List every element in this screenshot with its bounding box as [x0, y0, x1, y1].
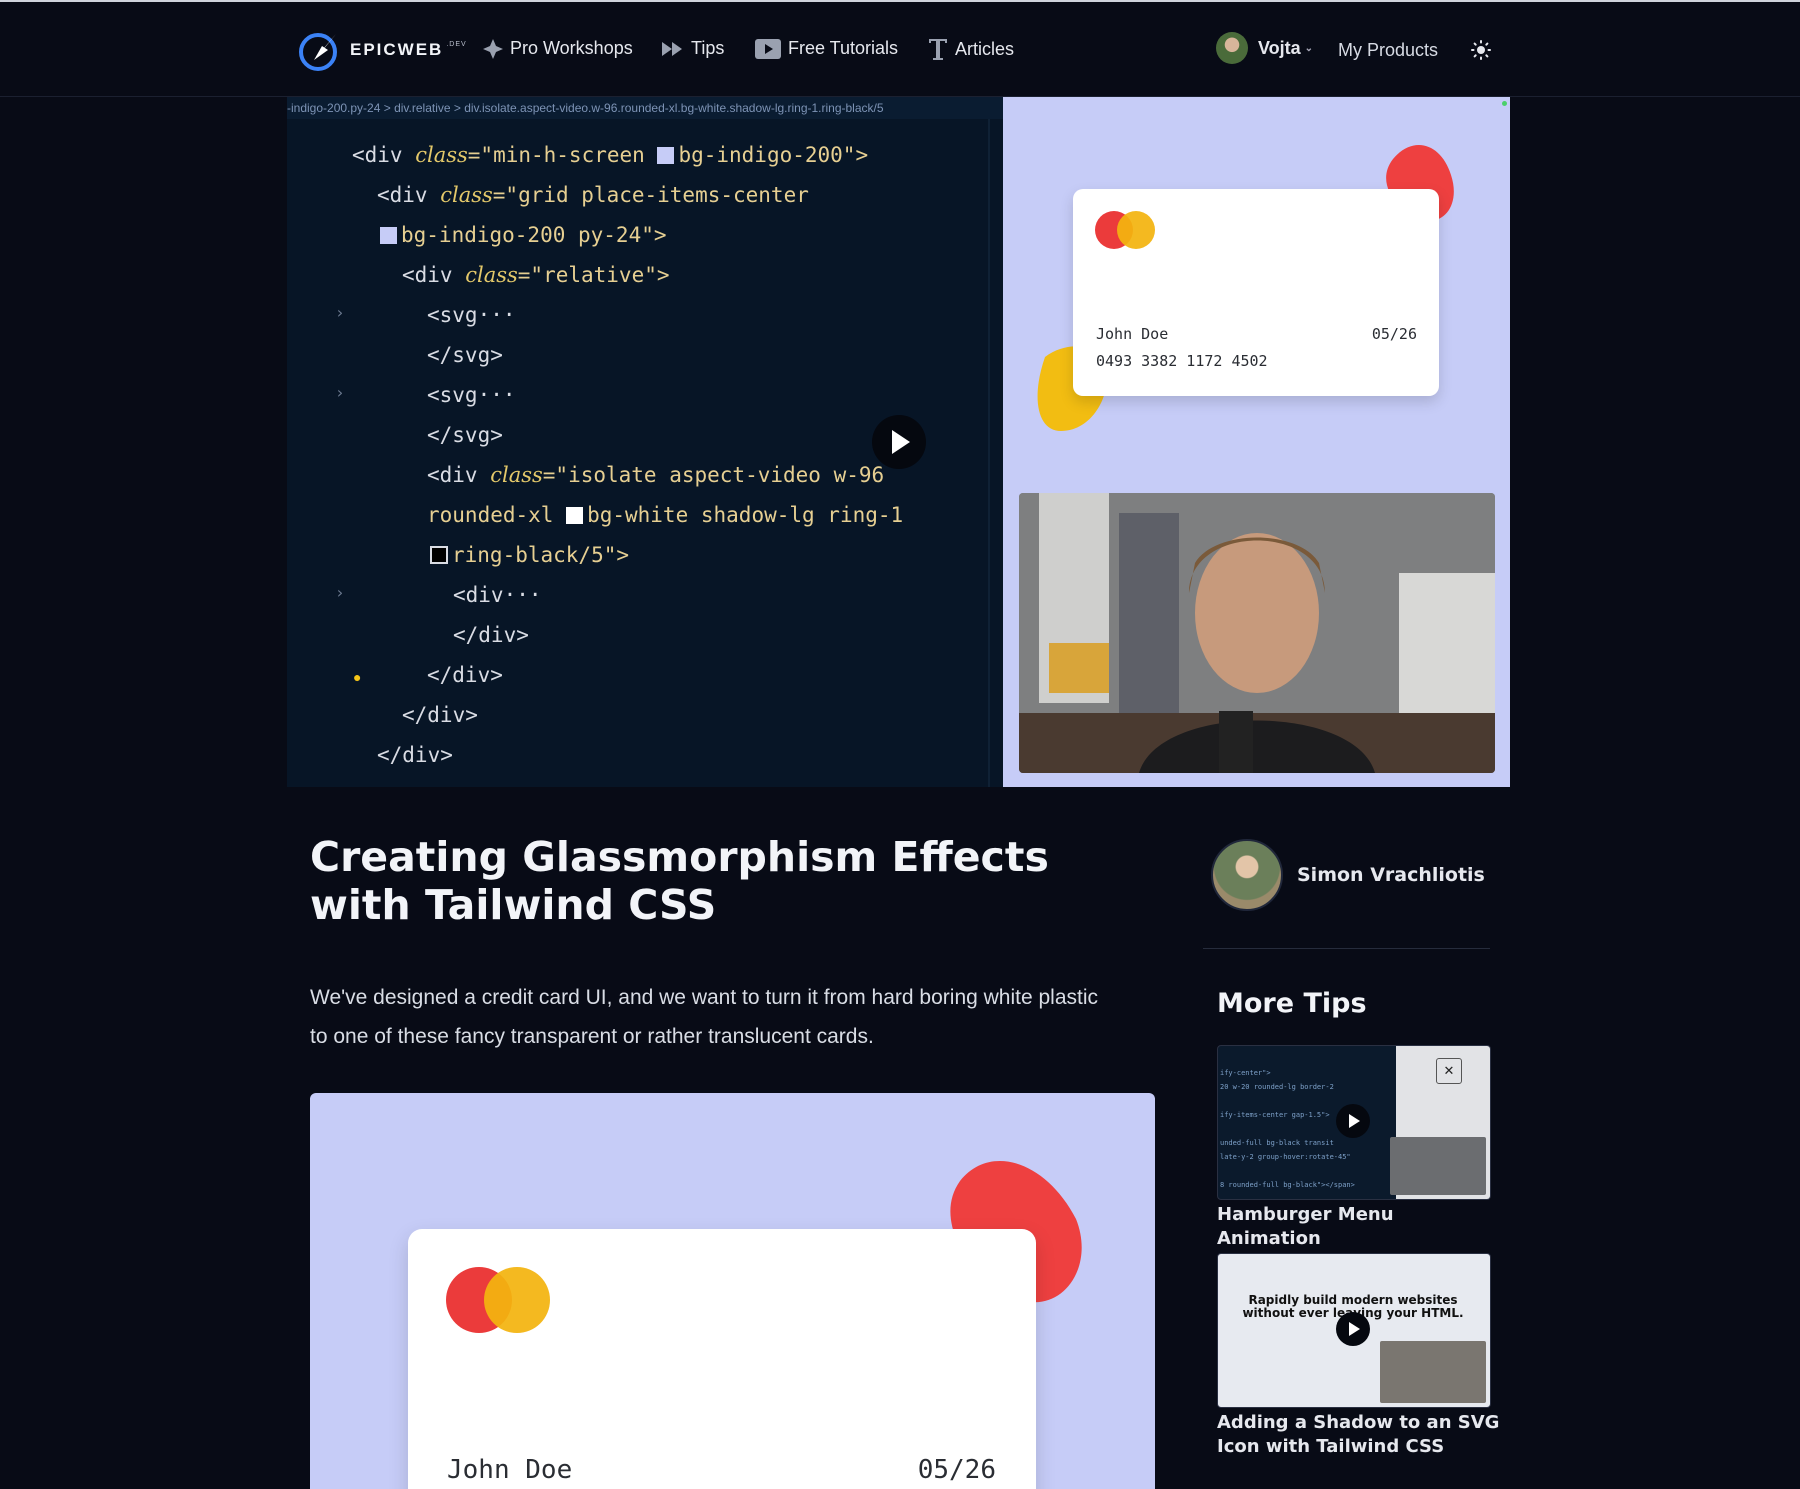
fold-chevron-icon[interactable]: › — [335, 383, 345, 402]
page-title: Creating Glassmorphism Effects with Tail… — [310, 833, 1049, 929]
card-expiry: 05/26 — [1371, 325, 1417, 343]
code-line: bg-indigo-200 py-24"> — [380, 215, 667, 255]
sparkle-icon — [483, 38, 503, 59]
chevron-down-icon: ⌄ — [1304, 42, 1314, 54]
nav-articles[interactable]: Articles — [928, 38, 1014, 60]
code-line: rounded-xl bg-white shadow-lg ring-1 — [427, 503, 904, 527]
more-tips-heading: More Tips — [1217, 988, 1367, 1019]
play-button[interactable] — [1336, 1312, 1370, 1346]
mastercard-logo-icon — [1095, 211, 1155, 249]
fold-chevron-icon[interactable]: › — [335, 303, 345, 322]
article-description: We've designed a credit card UI, and we … — [310, 986, 1099, 1048]
fold-chevron-icon[interactable]: › — [335, 583, 345, 602]
my-products-link[interactable]: My Products — [1338, 40, 1438, 61]
tip-webcam-inset — [1380, 1341, 1486, 1403]
code-line: <div··· — [453, 583, 542, 607]
code-line: <div class="min-h-screen bg-indigo-200"> — [352, 143, 869, 167]
tip-webcam-inset — [1390, 1137, 1486, 1195]
lightbulb-icon: ● — [353, 669, 362, 685]
code-line: </svg> — [427, 343, 503, 367]
tip-thumbnail-svg-shadow[interactable]: Rapidly build modern websites without ev… — [1217, 1253, 1491, 1408]
code-line: ring-black/5"> — [430, 535, 629, 575]
code-breadcrumb: -indigo-200.py-24 > div.relative > div.i… — [287, 97, 1003, 119]
color-swatch — [566, 507, 584, 524]
user-menu[interactable]: Vojta ⌄ — [1216, 32, 1313, 64]
theme-toggle-button[interactable] — [1471, 40, 1491, 65]
user-avatar — [1216, 32, 1248, 64]
sidebar-divider — [1203, 948, 1490, 949]
close-x-icon: ✕ — [1436, 1058, 1462, 1084]
card-number: 0493 3382 1172 4502 — [1096, 352, 1268, 370]
tip-thumbnail-hamburger[interactable]: ✕ ify-center"> 20 w-20 rounded-lg border… — [1217, 1045, 1491, 1200]
code-line: </div> — [377, 743, 453, 767]
code-line: <svg··· — [427, 303, 516, 327]
article-embedded-image: John Doe 05/26 — [310, 1093, 1155, 1489]
sun-icon — [1471, 40, 1491, 60]
nav-pro-workshops[interactable]: Pro Workshops — [483, 38, 633, 59]
code-line: <svg··· — [427, 383, 516, 407]
epicweb-logo[interactable]: EPICWEB .DEV — [298, 28, 467, 72]
nav-pro-workshops-label: Pro Workshops — [510, 38, 633, 58]
code-line: </div> — [427, 663, 503, 687]
rocket-logo-icon — [299, 33, 337, 71]
card-expiry: 05/26 — [917, 1455, 996, 1485]
nav-articles-label: Articles — [955, 38, 1015, 59]
code-line: </div> — [453, 623, 529, 647]
code-line: </div> — [402, 703, 478, 727]
browser-preview-panel: John Doe 05/26 0493 3382 1172 4502 — [1003, 97, 1510, 787]
author-name: Simon Vrachliotis — [1297, 864, 1485, 886]
instructor-webcam — [1019, 493, 1495, 773]
color-swatch — [657, 147, 675, 164]
color-swatch — [380, 227, 397, 244]
code-line: <div class="grid place-items-center — [377, 183, 809, 207]
author-avatar — [1211, 839, 1283, 911]
tip-code-snippet: ify-center"> 20 w-20 rounded-lg border-2… — [1220, 1069, 1355, 1189]
code-line: <div class="isolate aspect-video w-96 — [427, 463, 885, 487]
fast-forward-icon — [662, 40, 684, 58]
video-player[interactable]: -indigo-200.py-24 > div.relative > div.i… — [287, 97, 1510, 787]
play-button[interactable] — [1336, 1104, 1370, 1138]
logo-text: EPICWEB — [350, 40, 444, 59]
logo-suffix: .DEV — [446, 40, 467, 48]
play-icon — [1349, 1322, 1360, 1336]
play-box-icon — [755, 38, 781, 59]
code-line: </svg> — [427, 423, 503, 447]
tip-title-hamburger[interactable]: Hamburger Menu Animation — [1217, 1203, 1502, 1251]
user-name: Vojta — [1258, 37, 1301, 58]
webcam-scene — [1019, 493, 1495, 773]
color-swatch — [430, 546, 448, 564]
play-icon — [1349, 1114, 1360, 1128]
code-line: <div class="relative"> — [402, 263, 670, 287]
card-holder-name: John Doe — [447, 1455, 573, 1485]
nav-tips[interactable]: Tips — [662, 38, 724, 59]
text-t-icon — [928, 38, 948, 60]
top-navigation: EPICWEB .DEV Pro Workshops Tips Free Tut… — [0, 2, 1800, 97]
credit-card-preview: John Doe 05/26 0493 3382 1172 4502 — [1073, 189, 1439, 396]
card-holder-name: John Doe — [1096, 325, 1169, 343]
tip-title-svg-shadow[interactable]: Adding a Shadow to an SVG Icon with Tail… — [1217, 1411, 1502, 1459]
nav-free-tutorials[interactable]: Free Tutorials — [755, 38, 898, 59]
nav-free-tutorials-label: Free Tutorials — [788, 38, 899, 58]
code-editor-panel: -indigo-200.py-24 > div.relative > div.i… — [287, 97, 1003, 787]
play-button[interactable] — [872, 415, 926, 469]
editor-scrollbar — [988, 119, 990, 787]
play-icon — [892, 430, 910, 454]
credit-card-large: John Doe 05/26 — [408, 1229, 1036, 1489]
mastercard-logo-icon — [446, 1267, 550, 1333]
author-profile[interactable]: Simon Vrachliotis — [1211, 839, 1485, 911]
nav-tips-label: Tips — [691, 38, 725, 58]
